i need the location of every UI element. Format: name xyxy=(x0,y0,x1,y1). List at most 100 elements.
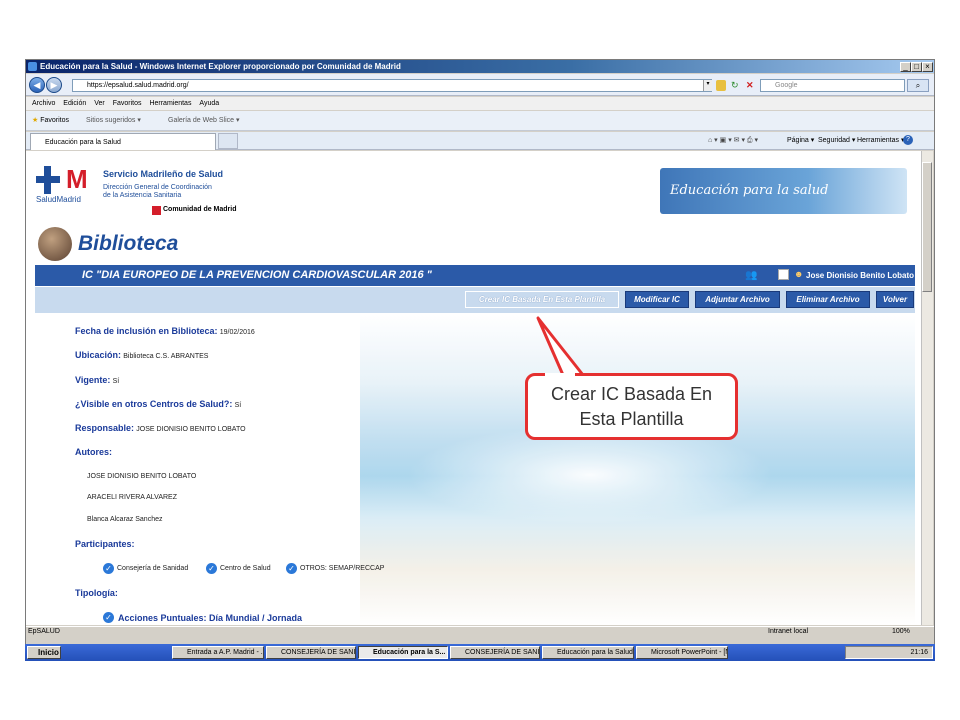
volver-button[interactable]: Volver xyxy=(876,291,914,308)
vigente-row: Vigente: Sí xyxy=(75,375,119,385)
m-logo-icon: M xyxy=(66,164,88,194)
vigente-label: Vigente: xyxy=(75,375,111,385)
ic-title: IC "DIA EUROPEO DE LA PREVENCION CARDIOV… xyxy=(82,269,432,281)
home-icon[interactable]: ⌂ ▾ ▣ ▾ ✉ ▾ ⎙ ▾ xyxy=(708,136,768,146)
command-pagina[interactable]: Página ▾ xyxy=(787,136,814,146)
responsable-value: JOSE DIONISIO BENITO LOBATO xyxy=(136,426,246,433)
search-icon[interactable]: ⌕ xyxy=(907,79,929,92)
menu-ayuda[interactable]: Ayuda xyxy=(199,100,219,107)
new-tab-button[interactable] xyxy=(218,133,238,149)
participantes-label: Participantes: xyxy=(75,539,135,549)
stop-icon[interactable]: ✕ xyxy=(746,80,757,91)
fav-link-sugeridos[interactable]: Sitios sugeridos ▾ xyxy=(86,115,141,127)
check-icon: ✓ xyxy=(206,563,217,574)
user-name: Jose Dionisio Benito Lobato xyxy=(806,271,915,280)
users-icon[interactable]: 👥 xyxy=(745,269,767,282)
url-input[interactable]: https://epsalud.salud.madrid.org/ xyxy=(72,79,712,92)
task-item-active[interactable]: Educación para la S... xyxy=(358,646,448,659)
comunidad-flag-icon xyxy=(152,206,161,215)
tab-educacion[interactable]: Educación para la Salud xyxy=(30,133,216,150)
menu-bar: Archivo Edición Ver Favoritos Herramient… xyxy=(26,97,934,110)
autor-item: ARACELI RIVERA ALVAREZ xyxy=(87,494,177,501)
zone-label: Intranet local xyxy=(768,628,809,635)
ie-icon xyxy=(28,62,37,71)
back-icon[interactable]: ◀ xyxy=(29,77,45,93)
favorites-label: Favoritos xyxy=(40,117,70,124)
crear-ic-button[interactable]: Crear IC Basada En Esta Plantilla xyxy=(465,291,619,308)
autores-label: Autores: xyxy=(75,447,113,457)
star-icon: ★ xyxy=(32,117,39,124)
modificar-ic-button[interactable]: Modificar IC xyxy=(625,291,689,308)
command-herramientas[interactable]: Herramientas ▾ xyxy=(857,136,904,146)
participante-item: Centro de Salud xyxy=(220,565,271,572)
ubicacion-row: Ubicación: Biblioteca C.S. ABRANTES xyxy=(75,350,208,360)
menu-herramientas[interactable]: Herramientas xyxy=(149,100,191,107)
callout-joint xyxy=(545,373,575,377)
window-title: Educación para la Salud - Windows Intern… xyxy=(26,60,934,73)
comunidad-label: Comunidad de Madrid xyxy=(163,206,237,213)
close-icon[interactable]: × xyxy=(922,62,933,72)
task-item[interactable]: Entrada a A.P. Madrid - ... xyxy=(172,646,264,659)
visible-value: Sí xyxy=(234,402,242,409)
tipologia-label: Tipología: xyxy=(75,588,118,598)
fecha-label: Fecha de inclusión en Biblioteca: xyxy=(75,326,218,336)
menu-favoritos[interactable]: Favoritos xyxy=(113,100,142,107)
menu-edicion[interactable]: Edición xyxy=(63,100,86,107)
fecha-row: Fecha de inclusión en Biblioteca: 19/02/… xyxy=(75,326,255,336)
clock: 21:16 xyxy=(910,649,928,656)
fav-link-webslice[interactable]: Galería de Web Slice ▾ xyxy=(168,115,239,127)
org-sub1: Dirección General de Coordinación xyxy=(103,184,212,191)
task-item[interactable]: Educación para la Salud -... xyxy=(542,646,634,659)
task-item[interactable]: CONSEJERÍA DE SANID... xyxy=(266,646,356,659)
zoom-level[interactable]: 100% xyxy=(892,628,910,635)
visible-label: ¿Visible en otros Centros de Salud?: xyxy=(75,399,233,409)
callout-line2: Esta Plantilla xyxy=(579,409,684,429)
visible-row: ¿Visible en otros Centros de Salud?: Sí xyxy=(75,399,241,409)
system-tray: 21:16 xyxy=(845,646,933,659)
org-sub2: de la Asistencia Sanitaria xyxy=(103,192,182,199)
check-icon: ✓ xyxy=(103,612,114,623)
education-banner: Educación para la salud xyxy=(660,168,907,214)
eliminar-archivo-button[interactable]: Eliminar Archivo xyxy=(786,291,870,308)
section-title: Biblioteca xyxy=(78,232,179,255)
participante-item: OTROS: SEMAP/RECCAP xyxy=(300,565,385,572)
autor-item: Blanca Alcaraz Sanchez xyxy=(87,516,163,523)
fecha-value: 19/02/2016 xyxy=(219,329,255,336)
task-item[interactable]: Microsoft PowerPoint - [N... xyxy=(636,646,728,659)
background-sea-image xyxy=(360,315,915,625)
task-item[interactable]: CONSEJERÍA DE SANID... xyxy=(450,646,540,659)
logo-caption: SaludMadrid xyxy=(36,195,81,204)
adjuntar-archivo-button[interactable]: Adjuntar Archivo xyxy=(695,291,780,308)
responsable-label: Responsable: xyxy=(75,423,135,433)
salud-madrid-logo xyxy=(36,166,66,194)
url-dropdown-icon[interactable]: ▾ xyxy=(703,80,712,91)
autor-item: JOSE DIONISIO BENITO LOBATO xyxy=(87,473,197,480)
user-icon: ☻ xyxy=(794,269,804,279)
refresh-icon[interactable]: ↻ xyxy=(731,80,742,91)
help-icon[interactable]: ? xyxy=(903,135,913,145)
favorites-button[interactable]: ★ Favoritos xyxy=(32,115,69,127)
forward-icon[interactable]: ▶ xyxy=(46,77,62,93)
command-seguridad[interactable]: Seguridad ▾ xyxy=(818,136,855,146)
scrollbar-thumb[interactable] xyxy=(922,162,932,292)
vigente-value: Sí xyxy=(112,378,120,385)
check-icon: ✓ xyxy=(103,563,114,574)
start-button[interactable]: Inicio xyxy=(27,646,61,659)
status-text: EpSALUD xyxy=(28,628,60,635)
menu-archivo[interactable]: Archivo xyxy=(32,100,55,107)
maximize-icon[interactable]: □ xyxy=(911,62,922,72)
minimize-icon[interactable]: _ xyxy=(900,62,911,72)
edit-icon[interactable] xyxy=(778,269,789,280)
ubicacion-value: Biblioteca C.S. ABRANTES xyxy=(123,353,209,360)
tipologia-value: Acciones Puntuales: Día Mundial / Jornad… xyxy=(118,613,303,623)
books-icon xyxy=(38,227,72,261)
lock-icon[interactable] xyxy=(716,80,726,91)
callout-line1: Crear IC Basada En xyxy=(550,384,713,404)
check-icon: ✓ xyxy=(286,563,297,574)
search-input[interactable]: Google xyxy=(760,79,905,92)
menu-ver[interactable]: Ver xyxy=(94,100,105,107)
responsable-row: Responsable: JOSE DIONISIO BENITO LOBATO xyxy=(75,423,246,433)
favorites-bar xyxy=(26,111,934,131)
org-name: Servicio Madrileño de Salud xyxy=(103,169,224,179)
ubicacion-label: Ubicación: xyxy=(75,350,122,360)
